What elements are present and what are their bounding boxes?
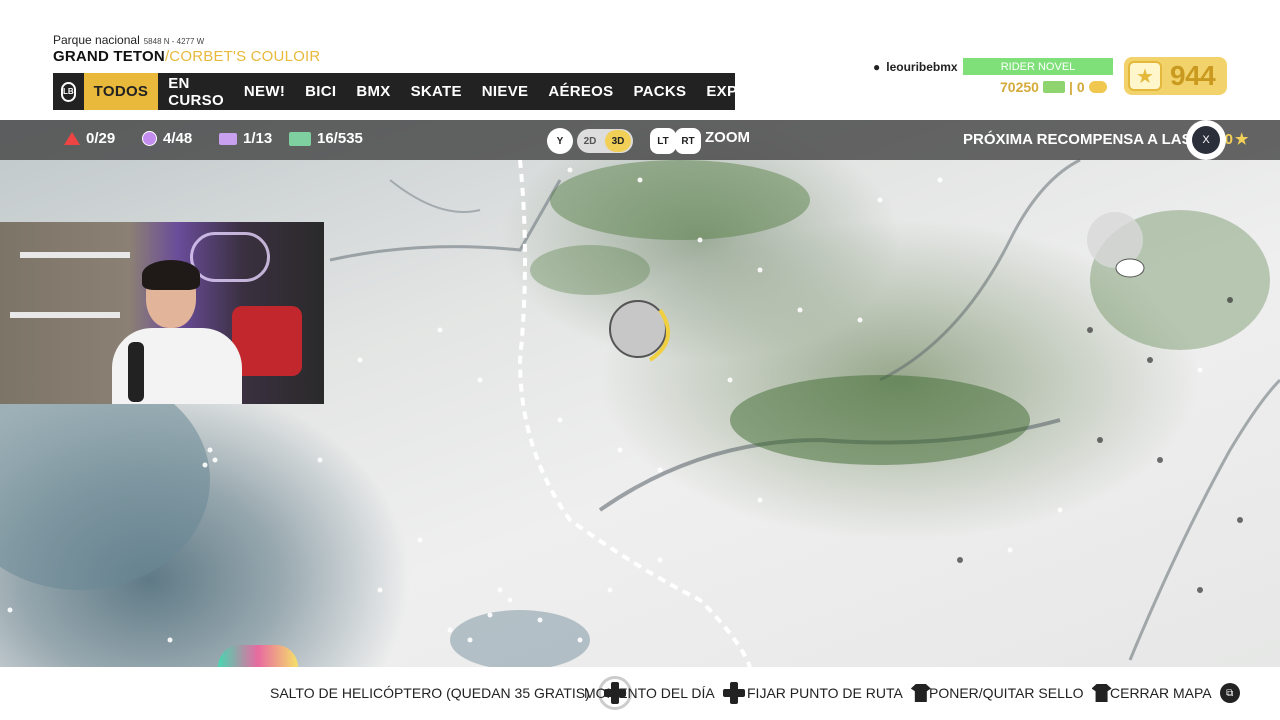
user-info: ● leouribebmx xyxy=(873,60,958,74)
photo-icon xyxy=(289,131,311,146)
gaming-chair xyxy=(232,306,302,376)
tab-explo[interactable]: EXPLO. xyxy=(696,73,773,110)
rank-badge: RIDER NOVEL xyxy=(963,58,1113,75)
microphone xyxy=(128,342,144,402)
lb-button[interactable]: LB xyxy=(61,81,76,102)
shelf xyxy=(10,312,120,318)
photos-stat: 16/535 xyxy=(289,130,363,147)
coins-value: 0 xyxy=(1076,79,1085,95)
stamp-action[interactable]: PONER/QUITAR SELLO xyxy=(929,676,1112,710)
circle-icon xyxy=(142,131,157,146)
ticket-icon xyxy=(219,132,237,145)
zoom-label: ZOOM xyxy=(705,129,750,146)
set-waypoint-label: FIJAR PUNTO DE RUTA xyxy=(747,685,903,701)
location-subtitle: Parque nacional 5848 N - 4277 W xyxy=(53,33,204,47)
streamer-hair xyxy=(142,260,200,290)
view-button-icon: ⧉ xyxy=(1219,683,1240,703)
stars-value: 944 xyxy=(1170,60,1216,91)
tab-packs[interactable]: PACKS xyxy=(623,73,696,110)
username: leouribebmx xyxy=(886,60,958,74)
currency-display: 70250 | 0 xyxy=(1000,79,1107,95)
bottom-action-bar: SALTO DE HELICÓPTERO (QUEDAN 35 GRATIS) … xyxy=(0,667,1280,720)
challenges-count: 0/29 xyxy=(86,130,116,147)
tab-skate[interactable]: SKATE xyxy=(401,73,472,110)
rb-button[interactable]: RB xyxy=(781,81,797,102)
heli-drop-action[interactable]: SALTO DE HELICÓPTERO (QUEDAN 35 GRATIS) xyxy=(270,676,632,710)
stamp-label: PONER/QUITAR SELLO xyxy=(929,685,1084,701)
tab-nieve[interactable]: NIEVE xyxy=(472,73,539,110)
lt-button[interactable]: LT xyxy=(650,128,676,154)
user-icon: ● xyxy=(873,60,881,74)
webcam-overlay xyxy=(0,222,324,404)
cash-icon xyxy=(1042,81,1065,93)
close-map-action[interactable]: CERRAR MAPA ⧉ xyxy=(1110,676,1240,710)
x-button-icon: X xyxy=(1192,126,1220,154)
tab-bmx[interactable]: BMX xyxy=(346,73,400,110)
reward-label: PRÓXIMA RECOMPENSA A LAS xyxy=(963,130,1192,148)
coin-icon xyxy=(1088,81,1107,93)
star-icon: ★ xyxy=(1235,131,1249,148)
close-map-label: CERRAR MAPA xyxy=(1110,685,1212,701)
location-name: GRAND TETON xyxy=(53,48,165,65)
triangle-icon xyxy=(64,132,80,145)
tab-aereos[interactable]: AÉREOS xyxy=(538,73,623,110)
category-tabs: LB TODOS EN CURSO NEW! BICI BMX SKATE NI… xyxy=(53,73,797,110)
shelf xyxy=(20,252,130,258)
park-label: Parque nacional xyxy=(53,33,140,47)
view-2d-option[interactable]: 2D xyxy=(577,130,603,152)
separator: | xyxy=(1068,79,1073,95)
location-spot: /CORBET'S COULOIR xyxy=(164,48,321,65)
rt-button[interactable]: RT xyxy=(675,128,701,154)
collectibles-stat: 4/48 xyxy=(142,130,192,147)
star-icon: ★ xyxy=(1128,61,1162,91)
close-map-button[interactable]: X xyxy=(1186,120,1226,160)
location-title: GRAND TETON/CORBET'S COULOIR xyxy=(53,48,320,65)
tab-new[interactable]: NEW! xyxy=(234,73,295,110)
map-info-bar: 0/29 4/48 1/13 16/535 Y 2D 3D LT RT ZOOM… xyxy=(0,120,1280,160)
heli-drop-label: SALTO DE HELICÓPTERO (QUEDAN 35 GRATIS) xyxy=(270,685,590,701)
credits-value: 70250 xyxy=(1000,79,1039,95)
header: Parque nacional 5848 N - 4277 W GRAND TET… xyxy=(0,0,1280,120)
coordinates: 5848 N - 4277 W xyxy=(143,37,205,46)
neon-light xyxy=(190,232,270,282)
game-logo xyxy=(218,645,298,667)
tickets-stat: 1/13 xyxy=(219,130,272,147)
tab-bici[interactable]: BICI xyxy=(295,73,346,110)
shirt-icon xyxy=(1091,684,1112,702)
collectibles-count: 4/48 xyxy=(163,130,193,147)
tab-en-curso[interactable]: EN CURSO xyxy=(158,73,234,110)
tickets-count: 1/13 xyxy=(243,130,273,147)
photos-count: 16/535 xyxy=(317,130,363,147)
time-of-day-action[interactable]: MOMENTO DEL DÍA xyxy=(584,676,745,710)
time-of-day-label: MOMENTO DEL DÍA xyxy=(584,685,715,701)
y-button[interactable]: Y xyxy=(547,128,573,154)
tab-todos[interactable]: TODOS xyxy=(83,73,159,110)
view-toggle[interactable]: 2D 3D xyxy=(577,129,633,153)
challenges-stat: 0/29 xyxy=(64,130,115,147)
stars-counter: ★ 944 xyxy=(1124,57,1227,95)
view-3d-option[interactable]: 3D xyxy=(605,130,631,152)
set-waypoint-action[interactable]: FIJAR PUNTO DE RUTA xyxy=(747,676,931,710)
shirt-icon xyxy=(910,684,931,702)
dpad-icon xyxy=(722,682,745,704)
